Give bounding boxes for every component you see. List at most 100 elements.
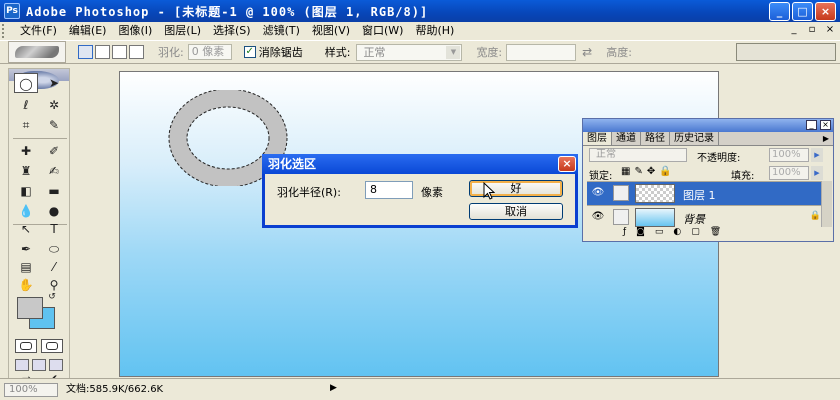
lock-transparency-icon[interactable]: ▦ [621,166,630,177]
move-tool-icon[interactable]: ➤ [42,73,66,93]
swap-icon[interactable]: ⇄ [582,45,592,59]
brush-tool-icon[interactable]: ✐ [42,141,66,161]
feather-selection-dialog: 羽化选区 × 羽化半径(R): 8 像素 好 取消 [262,154,578,228]
panel-menu-icon[interactable]: ▶ [823,132,833,145]
zoom-input[interactable]: 100% [4,383,58,397]
eyedropper-tool-icon[interactable]: ⁄ [42,257,66,277]
dialog-title[interactable]: 羽化选区 × [262,154,578,174]
history-brush-tool-icon[interactable]: ✍ [42,161,66,181]
tab-paths[interactable]: 路径 [641,132,670,145]
magic-wand-tool-icon[interactable]: ✲ [42,95,66,115]
menu-image[interactable]: 图像(I) [112,22,158,40]
opacity-arrow-icon[interactable]: ▶ [811,148,823,162]
new-selection-button[interactable] [78,45,93,59]
layer-thumbnail [635,184,675,203]
tab-channels[interactable]: 通道 [612,132,641,145]
layer-set-icon[interactable]: ▭ [655,227,664,239]
dodge-tool-icon[interactable]: ● [42,201,66,221]
dialog-close-button[interactable]: × [558,156,576,172]
quick-mask-button[interactable] [41,339,63,353]
lasso-tool-icon[interactable]: ℓ [14,95,38,115]
clone-stamp-tool-icon[interactable]: ♜ [14,161,38,181]
full-screen-button[interactable] [49,359,63,371]
swap-colors-icon[interactable]: ↺ [45,291,59,303]
feather-input[interactable]: 0 像素 [187,44,232,60]
add-selection-button[interactable] [95,45,110,59]
fill-input[interactable]: 100% [769,166,809,180]
eye-icon[interactable]: 👁 [590,186,606,200]
doc-restore-button[interactable]: ▫ [806,24,818,35]
shape-tool-icon[interactable]: ⬭ [42,239,66,259]
crop-tool-icon[interactable]: ⌗ [14,115,38,135]
layer-mask-icon[interactable]: ◙ [636,227,645,239]
foreground-color-swatch[interactable] [17,297,43,319]
standard-screen-button[interactable] [15,359,29,371]
trash-icon[interactable]: 🗑 [710,227,721,239]
fill-arrow-icon[interactable]: ▶ [811,166,823,180]
tab-history[interactable]: 历史记录 [670,132,719,145]
layers-panel-titlebar[interactable]: _ × [583,119,833,132]
layer-row[interactable]: 👁 图层 1 [587,181,827,205]
menu-select[interactable]: 选择(S) [207,22,257,40]
blend-mode-select[interactable]: 正常 [589,148,687,162]
style-select[interactable]: 正常 ▼ [356,43,463,61]
dialog-title-text: 羽化选区 [268,157,317,171]
panel-minimize-button[interactable]: _ [806,120,817,130]
feather-radius-input[interactable]: 8 [365,181,413,199]
tool-preset-picker[interactable] [8,41,66,63]
notes-tool-icon[interactable]: ▤ [14,257,38,277]
marquee-tool-icon[interactable]: ◯ [14,73,38,93]
type-tool-icon[interactable]: T [42,219,66,239]
window-controls: _ □ × [769,2,836,21]
new-layer-icon[interactable]: ▢ [691,227,700,239]
width-input[interactable] [506,43,577,61]
lock-label: 锁定: [589,171,613,182]
doc-close-button[interactable]: × [824,24,836,35]
path-selection-tool-icon[interactable]: ↖ [14,219,38,239]
standard-mode-button[interactable] [15,339,37,353]
opacity-input[interactable]: 100% [769,148,809,162]
full-screen-menu-button[interactable] [32,359,46,371]
menu-layer[interactable]: 图层(L) [158,22,207,40]
eraser-tool-icon[interactable]: ◧ [14,181,38,201]
link-slot[interactable] [613,209,629,225]
pen-tool-icon[interactable]: ✒ [14,239,38,259]
lock-pixels-icon[interactable]: ✎ [634,166,642,177]
menu-window[interactable]: 窗口(W) [356,22,409,40]
slice-tool-icon[interactable]: ✎ [42,115,66,135]
menu-grip[interactable] [2,24,14,38]
doc-minimize-button[interactable]: _ [788,24,800,35]
blur-tool-icon[interactable]: 💧 [14,201,38,221]
gradient-tool-icon[interactable]: ▬ [42,181,66,201]
antialias-checkbox[interactable]: ✓ [243,46,256,58]
eye-icon[interactable]: 👁 [590,210,606,224]
photoshop-app-icon[interactable]: Ps [4,3,20,19]
maximize-button[interactable]: □ [792,2,813,21]
tab-layers[interactable]: 图层 [583,132,612,145]
subtract-selection-button[interactable] [112,45,127,59]
brush-link-icon[interactable] [613,185,629,201]
menu-edit[interactable]: 编辑(E) [63,22,113,40]
menu-view[interactable]: 视图(V) [306,22,356,40]
lock-all-icon[interactable]: 🔒 [659,166,671,177]
healing-brush-tool-icon[interactable]: ✚ [14,141,38,161]
adjustment-layer-icon[interactable]: ◐ [673,227,681,239]
layers-scrollbar[interactable] [821,181,832,227]
close-button[interactable]: × [815,2,836,21]
intersect-selection-button[interactable] [129,45,144,59]
toolbox-divider [13,138,67,139]
palette-well[interactable] [736,43,836,61]
lock-position-icon[interactable]: ✥ [647,166,655,177]
fill-label: 填充: [731,171,755,182]
status-menu-icon[interactable]: ▶ [330,383,337,393]
layer-style-icon[interactable]: ƒ [623,227,626,239]
layer-row[interactable]: 👁 背景 🔒 [587,205,827,229]
style-label: 样式: [324,46,351,59]
panel-close-button[interactable]: × [820,120,831,130]
minimize-button[interactable]: _ [769,2,790,21]
cancel-button[interactable]: 取消 [469,203,563,220]
hand-tool-icon[interactable]: ✋ [14,275,38,295]
menu-filter[interactable]: 滤镜(T) [257,22,306,40]
menu-help[interactable]: 帮助(H) [409,22,460,40]
menu-file[interactable]: 文件(F) [14,22,63,40]
